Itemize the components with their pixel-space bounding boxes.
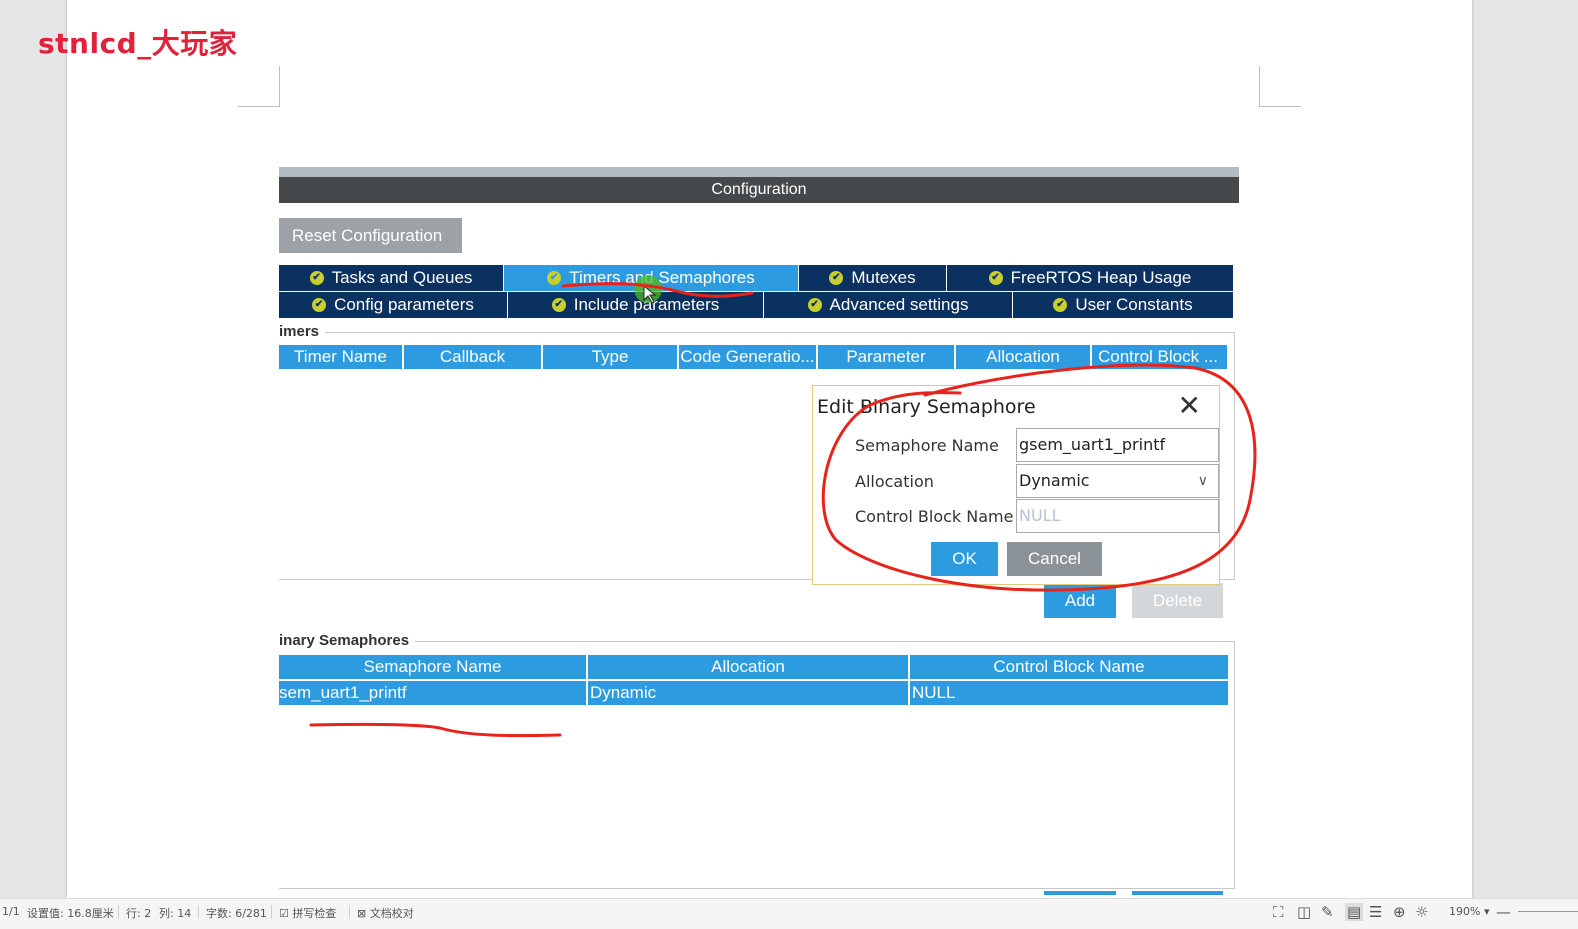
- tab-label: Timers and Semaphores: [569, 268, 755, 287]
- tab-user-constants[interactable]: ✔ User Constants: [1013, 292, 1234, 318]
- tab-label: Tasks and Queues: [331, 268, 473, 287]
- tab-label: Include parameters: [573, 295, 720, 314]
- proofread-icon: ⊠: [357, 907, 370, 920]
- divider: [198, 905, 199, 919]
- tab-label: Advanced settings: [829, 295, 969, 314]
- col-allocation[interactable]: Allocation: [588, 655, 910, 679]
- check-icon: ✔: [988, 271, 1003, 285]
- margin-corner-top-left: [238, 66, 280, 107]
- binary-semaphores-table-header: Semaphore Name Allocation Control Block …: [279, 655, 1230, 679]
- cell-semaphore-name: sem_uart1_printf: [279, 681, 588, 705]
- tab-label: User Constants: [1075, 295, 1193, 314]
- semaphore-name-label: Semaphore Name: [855, 436, 999, 455]
- timers-delete-button[interactable]: Delete: [1132, 583, 1223, 618]
- control-block-name-input[interactable]: NULL: [1016, 499, 1219, 533]
- col-semaphore-name[interactable]: Semaphore Name: [279, 655, 588, 679]
- col-control-block[interactable]: Control Block ...: [1092, 345, 1229, 369]
- col-allocation[interactable]: Allocation: [956, 345, 1092, 369]
- semaphores-add-button[interactable]: [1044, 891, 1116, 895]
- page-indicator[interactable]: 1/1: [2, 905, 20, 918]
- pen-icon[interactable]: ✎: [1321, 903, 1334, 921]
- check-icon: ✔: [551, 298, 566, 312]
- proofread-label: 文档校对: [369, 907, 414, 920]
- cell-control-block-name: NULL: [910, 681, 1230, 705]
- zoom-slider[interactable]: [1518, 911, 1578, 912]
- status-bar: 1/1 设置值: 16.8厘米 行: 2 列: 14 字数: 6/281 ☑ 拼…: [0, 898, 1578, 929]
- cancel-button[interactable]: Cancel: [1007, 542, 1102, 576]
- top-strip: [279, 167, 1239, 177]
- spellcheck-label: 拼写检查: [292, 907, 337, 920]
- col-callback[interactable]: Callback: [404, 345, 543, 369]
- tab-label: Mutexes: [851, 268, 916, 287]
- check-icon: ✔: [309, 271, 324, 285]
- dialog-title: Edit Binary Semaphore: [817, 396, 1036, 418]
- row-indicator: 行: 2: [126, 907, 152, 920]
- tab-label: Config parameters: [334, 295, 474, 314]
- watermark-text: stnlcd_大玩家: [38, 27, 238, 60]
- check-icon: ✔: [1053, 298, 1068, 312]
- chevron-down-icon: ∨: [1197, 473, 1208, 489]
- web-view-icon[interactable]: ⊕: [1393, 903, 1406, 921]
- col-control-block-name[interactable]: Control Block Name: [910, 655, 1230, 679]
- margin-corner-top-right: [1259, 66, 1301, 107]
- allocation-label: Allocation: [855, 472, 934, 491]
- word-count[interactable]: 字数: 6/281: [206, 905, 267, 921]
- check-icon: ✔: [807, 298, 822, 312]
- divider: [118, 905, 119, 919]
- check-icon: ✔: [547, 271, 562, 285]
- reading-mode-icon[interactable]: ◫: [1297, 903, 1311, 921]
- col-parameter[interactable]: Parameter: [818, 345, 956, 369]
- timers-section-label: imers: [279, 323, 326, 340]
- table-row[interactable]: sem_uart1_printf Dynamic NULL: [279, 681, 1230, 705]
- zoom-value: 190%: [1449, 905, 1481, 918]
- reset-configuration-button[interactable]: Reset Configuration: [279, 218, 462, 253]
- tab-freertos-heap-usage[interactable]: ✔ FreeRTOS Heap Usage: [947, 265, 1234, 291]
- tab-include-parameters[interactable]: ✔ Include parameters: [508, 292, 764, 318]
- timers-add-button[interactable]: Add: [1044, 583, 1116, 618]
- tab-label: FreeRTOS Heap Usage: [1010, 268, 1192, 287]
- proofread-button[interactable]: ⊠ 文档校对: [357, 905, 414, 921]
- setting-value[interactable]: 设置值: 16.8厘米: [27, 905, 114, 921]
- col-type[interactable]: Type: [543, 345, 679, 369]
- control-block-name-label: Control Block Name: [855, 507, 1014, 526]
- allocation-select[interactable]: Dynamic ∨: [1016, 464, 1219, 498]
- tab-tasks-and-queues[interactable]: ✔ Tasks and Queues: [279, 265, 504, 291]
- cell-allocation: Dynamic: [588, 681, 910, 705]
- tab-row-1: ✔ Tasks and Queues ✔ Timers and Semaphores…: [279, 265, 1234, 291]
- configuration-header: Configuration: [279, 177, 1239, 203]
- tab-row-2: ✔ Config parameters ✔ Include parameters ✔…: [279, 292, 1234, 318]
- col-timer-name[interactable]: Timer Name: [279, 345, 404, 369]
- binary-semaphores-section-label: inary Semaphores: [279, 632, 416, 649]
- edit-binary-semaphore-dialog: Edit Binary Semaphore ✕ Semaphore Name g…: [812, 385, 1220, 585]
- timers-table-header: Timer Name Callback Type Code Generatio.…: [279, 345, 1229, 369]
- column-indicator: 列: 14: [159, 907, 192, 920]
- zoom-level[interactable]: 190% ▾: [1449, 905, 1489, 918]
- zoom-out-icon[interactable]: —: [1496, 903, 1511, 921]
- spell-check-button[interactable]: ☑ 拼写检查: [279, 905, 336, 921]
- fullscreen-icon[interactable]: ⛶: [1273, 903, 1284, 921]
- divider: [349, 905, 350, 919]
- tab-advanced-settings[interactable]: ✔ Advanced settings: [764, 292, 1013, 318]
- eye-protection-icon[interactable]: ☼: [1415, 903, 1428, 921]
- outline-view-icon[interactable]: ☰: [1369, 903, 1382, 921]
- check-icon: ✔: [829, 271, 844, 285]
- spellcheck-icon: ☑: [279, 907, 293, 920]
- semaphores-delete-button[interactable]: [1132, 891, 1223, 895]
- tab-config-parameters[interactable]: ✔ Config parameters: [279, 292, 508, 318]
- check-icon: ✔: [312, 298, 327, 312]
- page-view-icon[interactable]: ▤: [1345, 903, 1364, 921]
- close-icon[interactable]: ✕: [1178, 390, 1201, 422]
- col-code-generation[interactable]: Code Generatio...: [679, 345, 818, 369]
- divider: [271, 905, 272, 919]
- ok-button[interactable]: OK: [931, 542, 998, 576]
- tab-mutexes[interactable]: ✔ Mutexes: [799, 265, 947, 291]
- semaphore-name-input[interactable]: gsem_uart1_printf: [1016, 428, 1219, 462]
- tab-timers-and-semaphores[interactable]: ✔ Timers and Semaphores: [504, 265, 799, 291]
- allocation-selected-value: Dynamic: [1019, 471, 1090, 490]
